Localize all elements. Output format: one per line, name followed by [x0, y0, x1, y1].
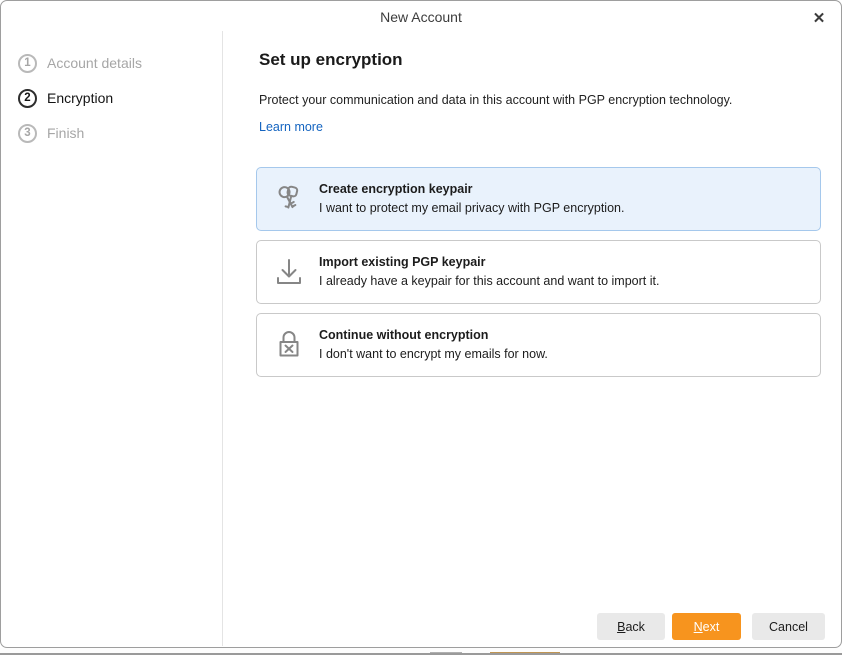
option-text: Import existing PGP keypair I already ha… [319, 254, 659, 290]
option-import-keypair[interactable]: Import existing PGP keypair I already ha… [256, 240, 821, 304]
step-account-details: 1 Account details [1, 52, 222, 74]
step-1-label: Account details [47, 55, 142, 71]
step-3-circle: 3 [18, 124, 37, 143]
next-button[interactable]: Next [672, 613, 741, 640]
close-icon[interactable]: ✕ [807, 6, 831, 30]
option-text: Create encryption keypair I want to prot… [319, 181, 624, 217]
keys-icon [272, 182, 306, 216]
learn-more-link[interactable]: Learn more [259, 120, 323, 134]
option-subtitle: I want to protect my email privacy with … [319, 200, 624, 217]
option-title: Continue without encryption [319, 327, 548, 344]
option-text: Continue without encryption I don't want… [319, 327, 548, 363]
lock-x-icon [272, 328, 306, 362]
option-create-keypair[interactable]: Create encryption keypair I want to prot… [256, 167, 821, 231]
titlebar: New Account ✕ [1, 1, 841, 33]
page-title: Set up encryption [259, 48, 840, 72]
back-button[interactable]: Back [597, 613, 665, 640]
dialog-title: New Account [1, 9, 841, 25]
option-title: Create encryption keypair [319, 181, 624, 198]
option-no-encryption[interactable]: Continue without encryption I don't want… [256, 313, 821, 377]
step-2-circle: 2 [18, 89, 37, 108]
option-title: Import existing PGP keypair [319, 254, 659, 271]
main-content: Set up encryption Protect your communica… [223, 31, 840, 646]
step-3-label: Finish [47, 125, 84, 141]
option-subtitle: I already have a keypair for this accoun… [319, 273, 659, 290]
dialog-footer: Back Next Cancel [597, 613, 825, 640]
step-2-label: Encryption [47, 90, 113, 106]
encryption-options: Create encryption keypair I want to prot… [256, 167, 840, 377]
step-encryption: 2 Encryption [1, 87, 222, 109]
step-1-circle: 1 [18, 54, 37, 73]
import-download-icon [272, 255, 306, 289]
background-behind-window [0, 648, 842, 655]
page-description: Protect your communication and data in t… [259, 92, 840, 108]
cancel-button[interactable]: Cancel [752, 613, 825, 640]
wizard-steps-sidebar: 1 Account details 2 Encryption 3 Finish [1, 31, 223, 646]
option-subtitle: I don't want to encrypt my emails for no… [319, 346, 548, 363]
step-finish: 3 Finish [1, 122, 222, 144]
new-account-dialog: New Account ✕ 1 Account details 2 Encryp… [0, 0, 842, 648]
